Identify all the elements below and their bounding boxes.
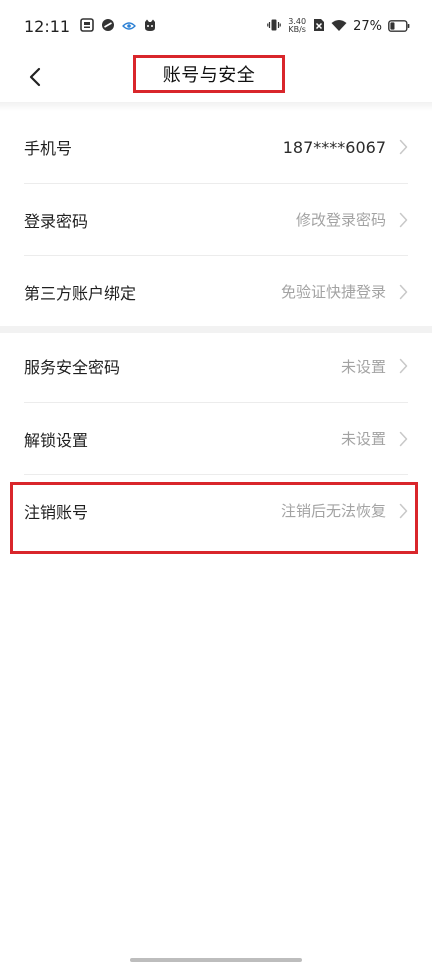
chevron-right-icon (398, 139, 408, 155)
battery-percent: 27% (353, 18, 382, 34)
row-value: 未设置 (340, 430, 386, 448)
status-bar: 12:11 3.40 KB/s 27% (0, 0, 432, 52)
row-label: 手机号 (24, 139, 73, 158)
title-highlight-box: 账号与安全 (133, 55, 285, 93)
vibrate-icon (267, 17, 282, 36)
cancel-account-row[interactable]: 注销账号 注销后无法恢复 (24, 474, 408, 546)
third-party-binding-row[interactable]: 第三方账户绑定 免验证快捷登录 (24, 255, 408, 327)
navigation-bar: 账号与安全 (0, 52, 432, 102)
header-shadow (0, 102, 432, 111)
message-notification-icon (80, 17, 94, 36)
phone-number-row[interactable]: 手机号 187****6067 (24, 111, 408, 183)
row-value: 修改登录密码 (295, 211, 386, 229)
app-notification-icon (101, 17, 115, 36)
row-value: 免验证快捷登录 (280, 283, 386, 301)
chevron-right-icon (398, 503, 408, 519)
page-title: 账号与安全 (162, 65, 256, 86)
chevron-right-icon (398, 284, 408, 300)
row-label: 第三方账户绑定 (24, 283, 137, 303)
row-label: 登录密码 (24, 211, 89, 231)
row-label: 服务安全密码 (24, 358, 121, 377)
status-time: 12:11 (24, 16, 71, 36)
home-indicator[interactable] (130, 958, 302, 962)
row-value: 187****6067 (282, 137, 386, 157)
status-indicators: 3.40 KB/s 27% (267, 17, 410, 36)
no-sim-icon (313, 17, 325, 36)
chevron-right-icon (398, 212, 408, 228)
row-value: 未设置 (340, 357, 386, 376)
back-button[interactable] (22, 64, 48, 90)
security-section: 服务安全密码 未设置 解锁设置 未设置 注销账号 注销后无法恢复 (0, 330, 432, 546)
row-value: 注销后无法恢复 (280, 502, 386, 520)
eye-notification-icon (122, 17, 137, 36)
chevron-left-icon (29, 67, 41, 87)
service-security-password-row[interactable]: 服务安全密码 未设置 (24, 330, 408, 402)
chevron-right-icon (398, 358, 408, 374)
unlock-settings-row[interactable]: 解锁设置 未设置 (24, 402, 408, 474)
account-section: 手机号 187****6067 登录密码 修改登录密码 第三方账户绑定 免验证快… (0, 111, 432, 327)
notification-icons (80, 17, 157, 36)
network-speed: 3.40 KB/s (288, 18, 306, 34)
row-label: 注销账号 (24, 502, 89, 522)
wifi-icon (331, 17, 347, 36)
net-speed-unit: KB/s (288, 25, 306, 34)
row-label: 解锁设置 (24, 430, 89, 450)
cat-notification-icon (143, 17, 157, 36)
battery-icon (388, 17, 410, 36)
chevron-right-icon (398, 431, 408, 447)
login-password-row[interactable]: 登录密码 修改登录密码 (24, 183, 408, 255)
